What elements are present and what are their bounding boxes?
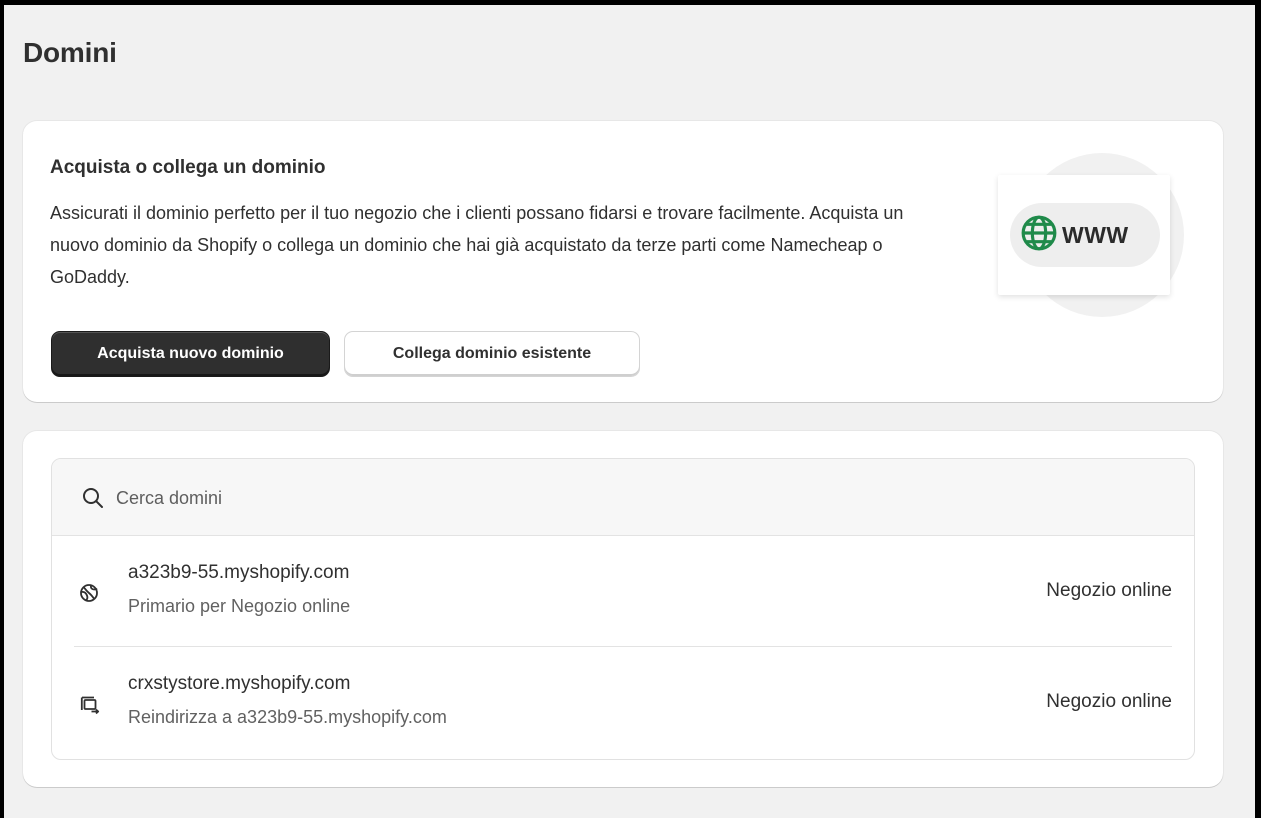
promo-description: Assicurati il dominio perfetto per il tu… bbox=[50, 203, 904, 287]
www-illustration: WWW bbox=[1010, 203, 1160, 267]
domain-channel: Negozio online bbox=[1046, 691, 1172, 712]
redirect-icon bbox=[78, 693, 100, 715]
connect-existing-domain-button[interactable]: Collega dominio esistente bbox=[344, 331, 640, 377]
search-bar bbox=[52, 459, 1194, 536]
app-frame: Domini Acquista o collega un dominio Ass… bbox=[4, 5, 1255, 818]
search-domains-input[interactable] bbox=[116, 481, 1116, 515]
domain-row[interactable]: crxstystore.myshopify.com Reindirizza a … bbox=[52, 647, 1194, 758]
page-title: Domini bbox=[23, 37, 117, 68]
globe-primary-icon bbox=[78, 582, 100, 604]
domain-channel: Negozio online bbox=[1046, 580, 1172, 601]
domain-subtitle: Primario per Negozio online bbox=[128, 596, 351, 616]
domain-subtitle: Reindirizza a a323b9-55.myshopify.com bbox=[128, 707, 447, 727]
globe-icon bbox=[1020, 214, 1058, 257]
domain-row[interactable]: a323b9-55.myshopify.com Primario per Neg… bbox=[52, 536, 1194, 647]
buy-new-domain-button[interactable]: Acquista nuovo dominio bbox=[51, 331, 330, 377]
domains-list-card: a323b9-55.myshopify.com Primario per Neg… bbox=[23, 431, 1223, 787]
promo-title: Acquista o collega un dominio bbox=[50, 157, 326, 178]
domains-list: a323b9-55.myshopify.com Primario per Neg… bbox=[51, 458, 1195, 760]
domain-name[interactable]: crxstystore.myshopify.com bbox=[128, 673, 350, 695]
domain-name[interactable]: a323b9-55.myshopify.com bbox=[128, 562, 349, 584]
www-label: WWW bbox=[1062, 221, 1129, 248]
search-icon bbox=[82, 487, 104, 509]
